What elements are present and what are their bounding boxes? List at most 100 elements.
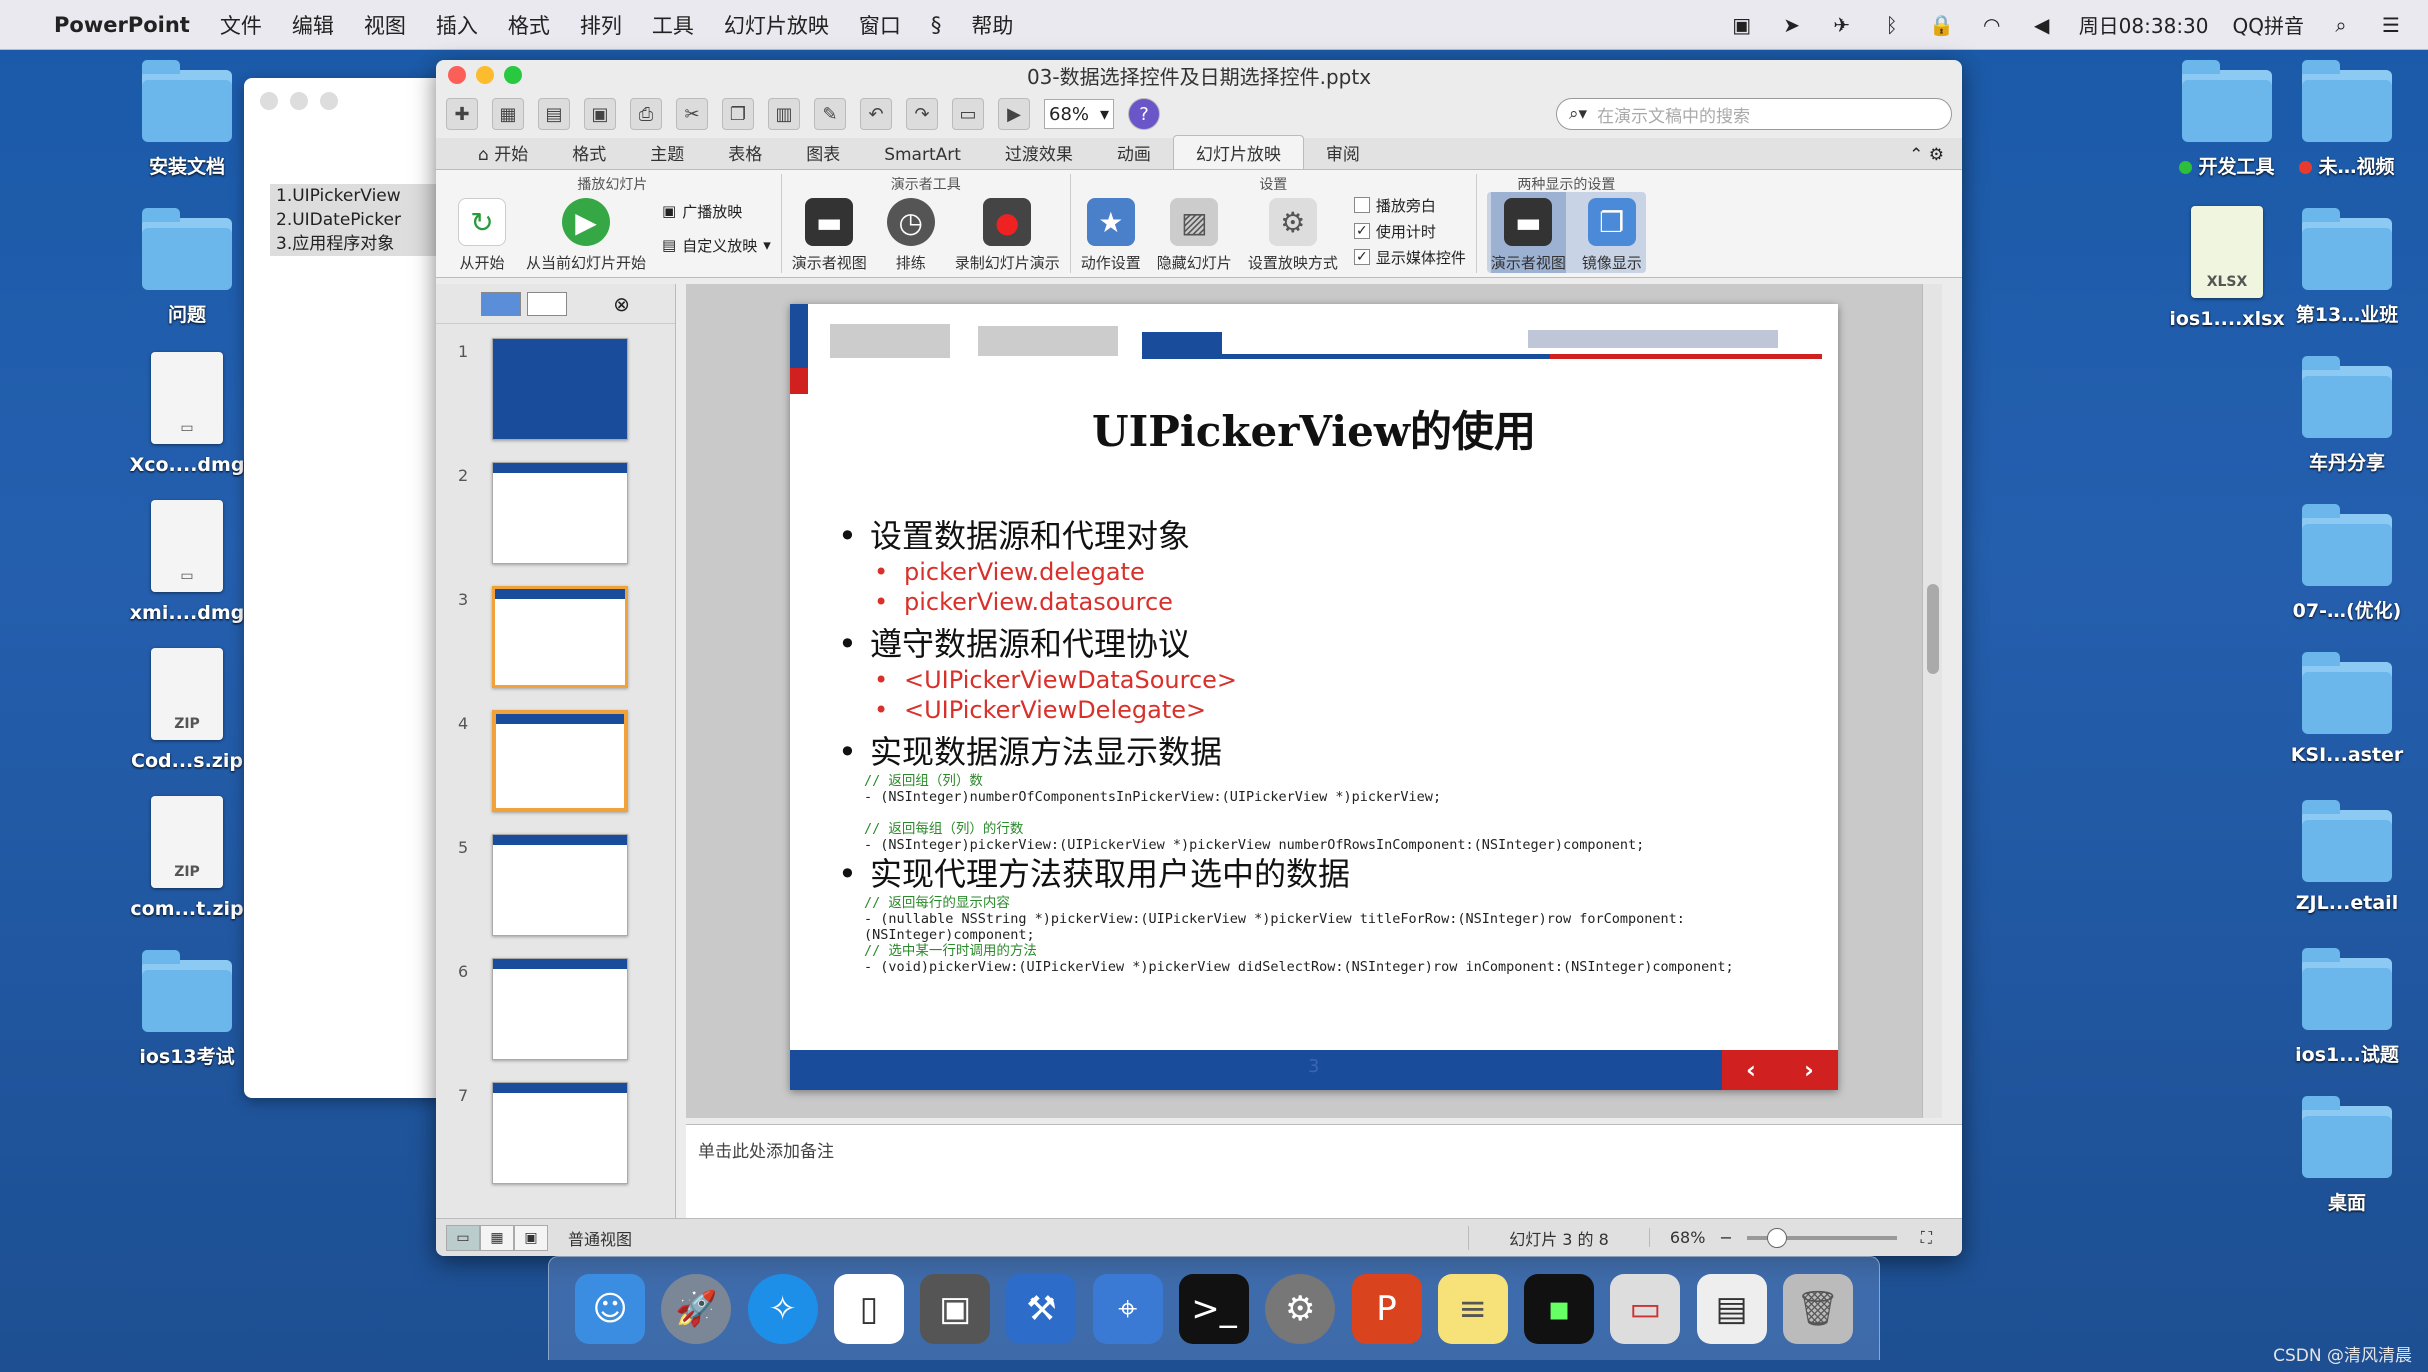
- from-current-button[interactable]: ▶ 从当前幻灯片开始: [526, 192, 646, 273]
- redo-icon[interactable]: ↷: [906, 98, 938, 130]
- narration-checkbox[interactable]: 播放旁白: [1353, 192, 1466, 218]
- desktop-folder[interactable]: 桌面: [2272, 1096, 2422, 1215]
- minimize-button[interactable]: [290, 92, 308, 110]
- tab-charts[interactable]: 图表: [784, 136, 862, 169]
- close-pane-icon[interactable]: ⊗: [613, 292, 630, 316]
- notes-icon[interactable]: ≡: [1437, 1273, 1508, 1344]
- desktop-folder[interactable]: ZJL...etail: [2272, 800, 2422, 914]
- desktop-zip[interactable]: ZIP com...t.zip: [112, 796, 262, 920]
- menu-insert[interactable]: 插入: [436, 10, 478, 40]
- preview-window-icon[interactable]: ▭: [1610, 1273, 1681, 1344]
- mouse-app-icon[interactable]: ▯: [833, 1273, 904, 1344]
- next-slide-icon[interactable]: ›: [1804, 1056, 1814, 1084]
- desktop-folder[interactable]: 安装文档: [112, 60, 262, 179]
- xcode-icon[interactable]: ⚒: [1006, 1273, 1077, 1344]
- action-settings-button[interactable]: ★ 动作设置: [1081, 192, 1141, 273]
- finder-icon[interactable]: ☺: [575, 1273, 646, 1344]
- launchpad-icon[interactable]: 🚀: [661, 1273, 732, 1344]
- setup-show-button[interactable]: ⚙ 设置放映方式: [1248, 192, 1338, 273]
- desktop-folder[interactable]: 问题: [112, 208, 262, 327]
- close-button[interactable]: [260, 92, 278, 110]
- broadcast-button[interactable]: ▣ 广播放映: [662, 198, 771, 224]
- slide-canvas[interactable]: UIPickerView的使用 设置数据源和代理对象 pickerView.de…: [790, 304, 1838, 1090]
- presenter-view-toggle[interactable]: ▬ 演示者视图: [1490, 192, 1566, 273]
- presenter-view-button[interactable]: ▬ 演示者视图: [792, 192, 867, 273]
- gallery-icon[interactable]: ▦: [492, 98, 524, 130]
- terminal-icon[interactable]: >_: [1178, 1273, 1249, 1344]
- cut-icon[interactable]: ✂: [676, 98, 708, 130]
- bluetooth-icon[interactable]: ᛒ: [1879, 13, 1905, 37]
- spotlight-search-icon[interactable]: ⌕: [2328, 13, 2354, 37]
- input-method[interactable]: QQ拼音: [2233, 10, 2304, 39]
- custom-show-button[interactable]: ▤ 自定义放映 ▾: [662, 232, 771, 258]
- menu-help[interactable]: 帮助: [971, 10, 1013, 40]
- minimize-button[interactable]: [476, 66, 494, 84]
- sorter-view-button[interactable]: ▦: [480, 1224, 514, 1251]
- tab-tables[interactable]: 表格: [706, 136, 784, 169]
- script-icon[interactable]: §: [931, 13, 942, 37]
- slides-view-button[interactable]: [481, 291, 522, 316]
- search-input[interactable]: ⌕▾ 在演示文稿中的搜索: [1556, 98, 1952, 130]
- prev-slide-icon[interactable]: ‹: [1746, 1056, 1756, 1084]
- notes-field[interactable]: 单击此处添加备注: [686, 1124, 1962, 1218]
- desktop-zip[interactable]: ZIP Cod...s.zip: [112, 648, 262, 772]
- wifi-icon[interactable]: ◠: [1979, 13, 2005, 37]
- instruments-icon[interactable]: ⌖: [1092, 1273, 1163, 1344]
- open-icon[interactable]: ▤: [538, 98, 570, 130]
- desktop-folder[interactable]: 第13…业班: [2272, 208, 2422, 327]
- menu-app-name[interactable]: PowerPoint: [54, 13, 190, 37]
- format-painter-icon[interactable]: ✎: [814, 98, 846, 130]
- zoom-out-icon[interactable]: −: [1719, 1228, 1732, 1247]
- desktop-folder[interactable]: 未…视频: [2272, 60, 2422, 179]
- desktop-folder[interactable]: 07-…(优化): [2272, 504, 2422, 623]
- timings-checkbox[interactable]: ✓ 使用计时: [1353, 218, 1466, 244]
- console-icon[interactable]: ▪: [1524, 1273, 1595, 1344]
- slide-thumbnail[interactable]: [492, 462, 628, 564]
- media-controls-checkbox[interactable]: ✓ 显示媒体控件: [1353, 244, 1466, 270]
- hide-slide-button[interactable]: ▨ 隐藏幻灯片: [1157, 192, 1232, 273]
- menu-view[interactable]: 视图: [364, 10, 406, 40]
- record-slideshow-button[interactable]: ● 录制幻灯片演示: [955, 192, 1060, 273]
- tab-slideshow[interactable]: 幻灯片放映: [1172, 135, 1304, 169]
- menu-format[interactable]: 格式: [508, 10, 550, 40]
- tab-smartart[interactable]: SmartArt: [862, 141, 983, 169]
- zoom-select[interactable]: 68% ▾: [1044, 99, 1114, 129]
- undo-icon[interactable]: ↶: [860, 98, 892, 130]
- slideshow-view-button[interactable]: ▣: [514, 1224, 548, 1251]
- menu-arrange[interactable]: 排列: [580, 10, 622, 40]
- desktop-folder[interactable]: ios13考试: [112, 950, 262, 1069]
- zoom-slider[interactable]: [1746, 1227, 1897, 1248]
- airplane-icon[interactable]: ✈: [1829, 13, 1855, 37]
- tab-themes[interactable]: 主题: [628, 136, 706, 169]
- desktop-folder[interactable]: ios1...试题: [2272, 948, 2422, 1067]
- slide-thumbnail[interactable]: [492, 1082, 628, 1184]
- desktop-folder[interactable]: 车丹分享: [2272, 356, 2422, 475]
- menu-window[interactable]: 窗口: [859, 10, 901, 40]
- vertical-scrollbar[interactable]: [1922, 284, 1942, 1118]
- location-icon[interactable]: ➤: [1779, 13, 1805, 37]
- fit-window-icon[interactable]: ⛶: [1921, 1228, 1932, 1248]
- menu-slideshow[interactable]: 幻灯片放映: [724, 10, 829, 40]
- safari-icon[interactable]: ✧: [747, 1273, 818, 1344]
- zoom-button[interactable]: [504, 66, 522, 84]
- slide-thumbnail-selected[interactable]: [492, 710, 628, 812]
- menu-tools[interactable]: 工具: [652, 10, 694, 40]
- tab-home[interactable]: ⌂ 开始: [456, 136, 550, 169]
- menu-edit[interactable]: 编辑: [292, 10, 334, 40]
- collapse-ribbon-icon[interactable]: ⌃ ⚙: [1891, 141, 1962, 169]
- powerpoint-icon[interactable]: P: [1351, 1273, 1422, 1344]
- tab-transitions[interactable]: 过渡效果: [983, 136, 1095, 169]
- outline-item[interactable]: 2.UIDatePicker: [270, 208, 436, 232]
- tab-format[interactable]: 格式: [550, 136, 628, 169]
- slide-icon[interactable]: ▭: [952, 98, 984, 130]
- scroll-thumb[interactable]: [1927, 584, 1939, 674]
- outline-item[interactable]: 1.UIPickerView: [270, 184, 436, 208]
- system-preferences-icon[interactable]: ⚙: [1265, 1273, 1336, 1344]
- outline-item[interactable]: 3.应用程序对象: [270, 232, 436, 256]
- camera-icon[interactable]: ▣: [1729, 13, 1755, 37]
- slide-thumbnail[interactable]: [492, 958, 628, 1060]
- photo-slideshow-icon[interactable]: ▣: [920, 1273, 991, 1344]
- desktop-dmg[interactable]: ▭ Xco....dmg: [112, 352, 262, 476]
- new-icon[interactable]: ✚: [446, 98, 478, 130]
- tab-animations[interactable]: 动画: [1095, 136, 1173, 169]
